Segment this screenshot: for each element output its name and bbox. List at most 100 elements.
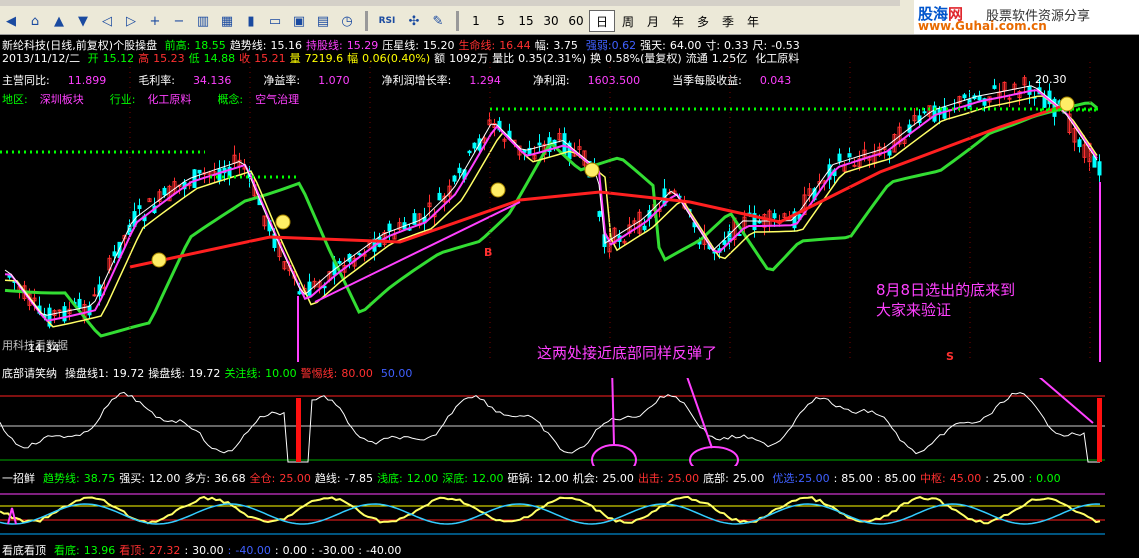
ind3-item: : -30.00 (311, 544, 354, 557)
life-line (129, 105, 1061, 269)
indicator1-line (0, 391, 1100, 463)
price-chart[interactable] (0, 62, 1139, 362)
highlight-circle (689, 446, 739, 466)
menu-bar (0, 0, 900, 6)
site-logo: 股海网 股票软件资源分享 www.Guhai.com.cn (914, 0, 1139, 34)
screen-icon[interactable]: ▭ (264, 10, 286, 32)
period-tab[interactable]: 多 (691, 11, 715, 31)
toolbar-row: ◀ ⌂ ▲ ▼ ◁ ▷ + − ▥ ▦ ▮ ▭ ▣ ▤ ◷ RSI ✣ ✎ 1 5 15 30 60 日周月年多季年 (0, 10, 766, 32)
candle-body (472, 142, 477, 149)
ind3-value: 13.96 (83, 544, 116, 557)
ind3-value: -40.00 (235, 544, 271, 557)
ind3-value: -40.00 (365, 544, 402, 557)
candle-icon[interactable]: ▮ (240, 10, 262, 32)
candle-body (357, 253, 362, 256)
ind3-item: :0.00 (275, 544, 307, 557)
candle-body (922, 111, 927, 114)
right-icon[interactable]: ▷ (120, 10, 142, 32)
back-icon[interactable]: ◀ (0, 10, 22, 32)
candle-body (467, 150, 472, 154)
ind3-value: -30.00 (318, 544, 355, 557)
ind3-item: : -40.00 (228, 544, 271, 557)
highlight-circle (591, 444, 637, 466)
smiley-icon (490, 182, 506, 198)
indicator2-line-yellow (0, 495, 1101, 525)
f10-icon[interactable]: ▤ (312, 10, 334, 32)
period-tab[interactable]: 1 (464, 11, 488, 31)
candle-body (1077, 139, 1082, 148)
candle-body (977, 95, 982, 101)
candle-body (722, 240, 727, 246)
zoom-in-icon[interactable]: + (144, 10, 166, 32)
indicator1-chart[interactable] (0, 378, 1139, 466)
candle-body (197, 169, 202, 174)
home-icon[interactable]: ⌂ (24, 10, 46, 32)
ind3-label: : (274, 544, 279, 557)
smiley-icon (1059, 96, 1075, 112)
grid-icon[interactable]: ▦ (216, 10, 238, 32)
annotation-pointer (1038, 378, 1094, 424)
toolbar-separator (365, 11, 368, 31)
candle-body (772, 213, 777, 219)
zoom-out-icon[interactable]: − (168, 10, 190, 32)
smiley-icon (275, 214, 291, 230)
rsi-icon[interactable]: RSI (373, 10, 401, 32)
candle-body (387, 223, 392, 232)
smiley-icon (151, 252, 167, 268)
ind3-label: : (358, 544, 362, 557)
peak-marker-icon (7, 507, 17, 525)
candle-body (162, 187, 167, 196)
indicator3-header: 看底看顶 看底: 13.96 看顶: 27.32:30.00: -40.00:0.00: -… (2, 542, 405, 558)
period-tab[interactable]: 年 (666, 11, 690, 31)
sell-marker: S (946, 350, 954, 363)
period-tab[interactable]: 周 (616, 11, 640, 31)
candle-body (757, 220, 762, 224)
bottom-annotation: 这两处接近底部同样反弹了 (537, 344, 718, 362)
toolbar: ◀ ⌂ ▲ ▼ ◁ ▷ + − ▥ ▦ ▮ ▭ ▣ ▤ ◷ RSI ✣ ✎ 1 5 15 30 60 日周月年多季年 股海网 … (0, 0, 1139, 35)
candle-body (452, 175, 457, 182)
candle-body (57, 309, 62, 312)
cross-icon[interactable]: ✣ (403, 10, 425, 32)
candle-body (307, 281, 312, 296)
bottom-signal-bar (1097, 398, 1102, 462)
smiley-icon (584, 162, 600, 178)
candle-body (62, 306, 67, 322)
period-tab[interactable]: 30 (539, 11, 563, 31)
price-high-label: 20.30 (1035, 73, 1067, 86)
indicator2-chart[interactable] (0, 484, 1139, 542)
ind3-value: 0.00 (282, 544, 308, 557)
period-tab[interactable]: 日 (589, 10, 615, 32)
pick-annotation-2: 大家来验证 (876, 301, 952, 319)
candle-body (192, 169, 197, 188)
candle-body (642, 225, 647, 231)
period-tab[interactable]: 60 (564, 11, 588, 31)
candle-body (92, 294, 97, 297)
draw-icon[interactable]: ✎ (427, 10, 449, 32)
candle-body (597, 211, 602, 217)
period-tab[interactable]: 15 (514, 11, 538, 31)
left-icon[interactable]: ◁ (96, 10, 118, 32)
ind3-item: 看底: 13.96 (54, 544, 115, 557)
annotation-pointer (686, 378, 713, 449)
candle-body (852, 164, 857, 167)
ind3-label: : (184, 544, 189, 557)
period-tab[interactable]: 5 (489, 11, 513, 31)
price-low-label: 14.34 (28, 342, 60, 355)
ind3-item: 看顶: 27.32 (119, 544, 180, 557)
indicator2-line-blue (0, 503, 1101, 525)
up-icon[interactable]: ▲ (48, 10, 70, 32)
clock-icon[interactable]: ◷ (336, 10, 358, 32)
kline-icon[interactable]: ▥ (192, 10, 214, 32)
period-tab[interactable]: 月 (641, 11, 665, 31)
ind3-item: 看底看顶 (2, 544, 50, 557)
down-icon[interactable]: ▼ (72, 10, 94, 32)
period-tab[interactable]: 年 (741, 11, 765, 31)
period-tab[interactable]: 季 (716, 11, 740, 31)
fs-icon[interactable]: ▣ (288, 10, 310, 32)
candle-body (137, 205, 142, 210)
ind3-label: 看底: (54, 544, 80, 557)
candle-body (837, 153, 842, 162)
candle-body (437, 192, 442, 201)
ind3-value: 30.00 (192, 544, 224, 557)
logo-url: www.Guhai.com.cn (918, 19, 1047, 33)
